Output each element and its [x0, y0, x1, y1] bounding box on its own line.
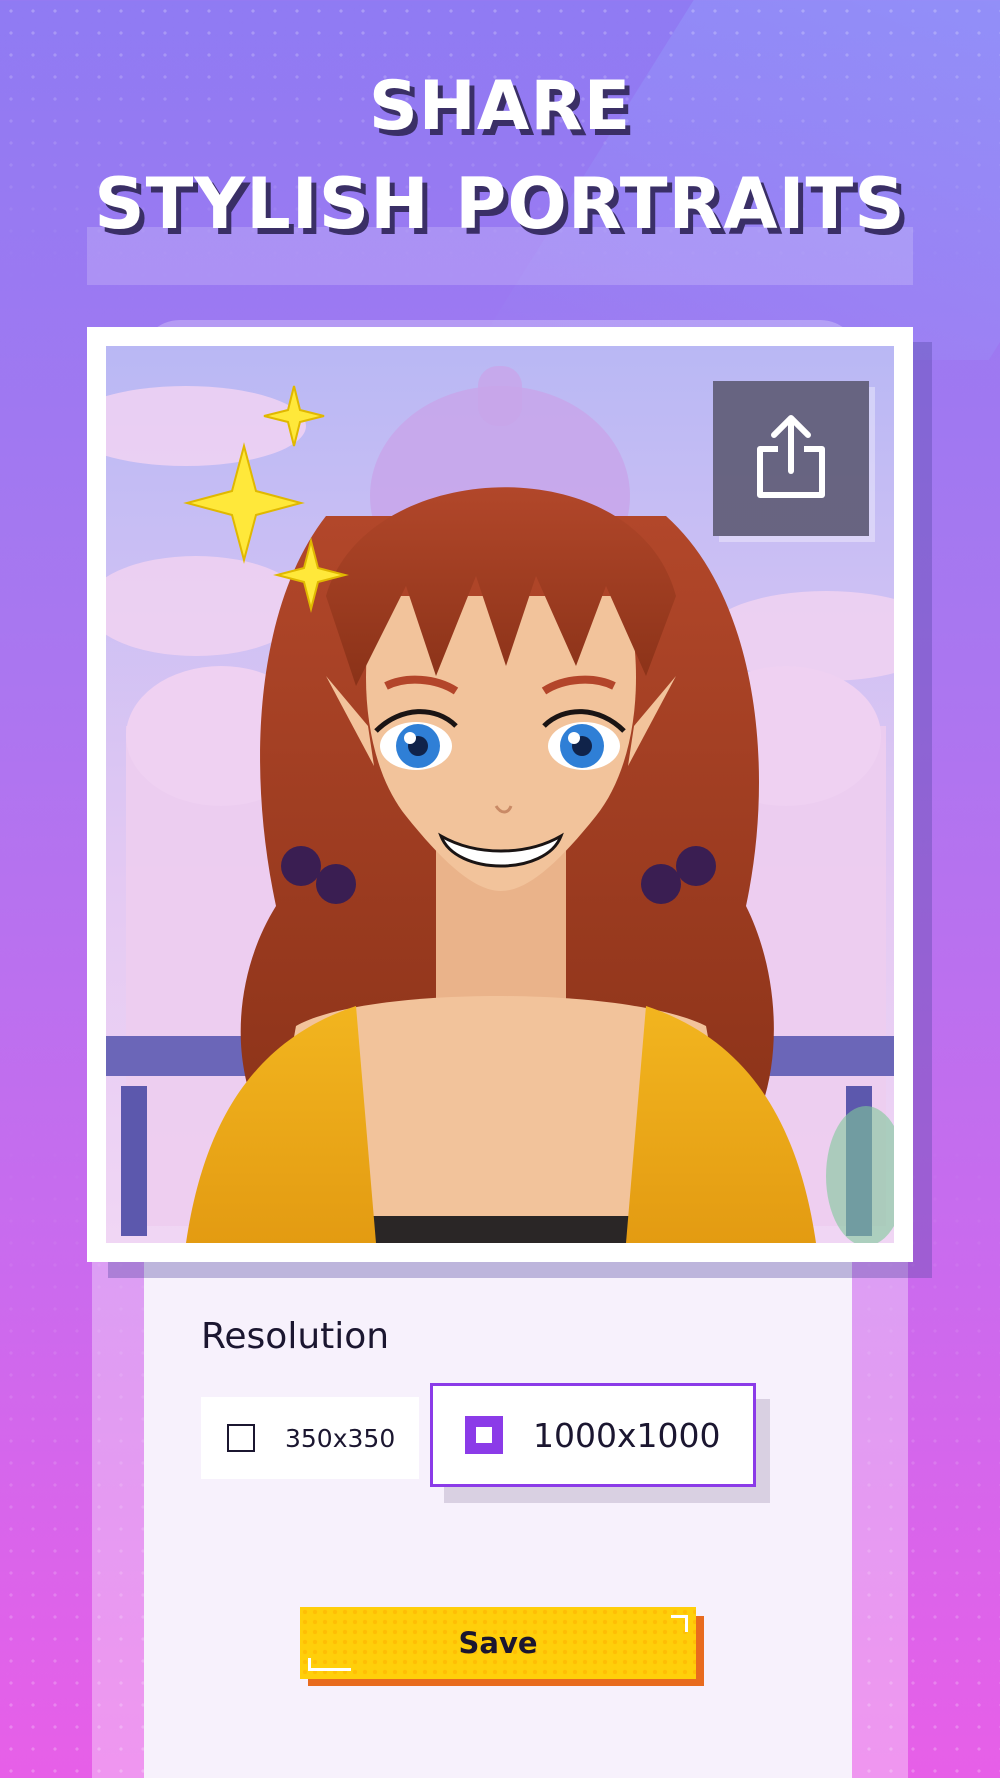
share-upload-icon [754, 413, 828, 504]
headline: SHARE STYLISH PORTRAITS [0, 62, 1000, 256]
headline-line-1: SHARE [368, 67, 632, 146]
save-button[interactable]: Save [300, 1607, 696, 1679]
checkbox-unchecked-icon [227, 1424, 255, 1452]
resolution-option-1000[interactable]: 1000x1000 [430, 1383, 756, 1487]
share-button[interactable] [713, 381, 869, 536]
resolution-label: Resolution [201, 1316, 390, 1357]
resolution-option-label: 350x350 [285, 1423, 396, 1453]
resolution-option-350[interactable]: 350x350 [201, 1397, 419, 1479]
headline-line-2: STYLISH PORTRAITS [94, 163, 906, 245]
resolution-option-label: 1000x1000 [533, 1415, 721, 1455]
save-button-label: Save [458, 1626, 538, 1660]
checkbox-checked-icon [465, 1416, 503, 1454]
